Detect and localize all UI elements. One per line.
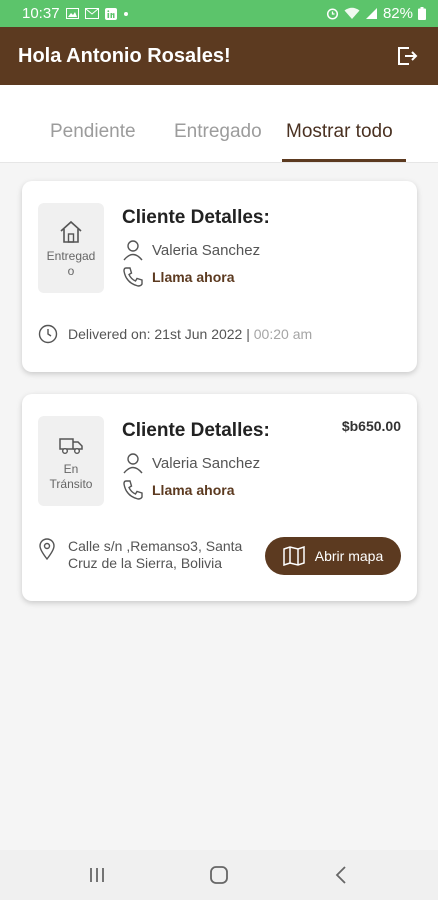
order-status-box: En Tránsito xyxy=(38,416,104,506)
tab-entregado[interactable]: Entregado xyxy=(174,121,262,143)
phone-icon xyxy=(123,480,143,500)
truck-icon xyxy=(59,438,83,455)
tab-bar: Pendiente Entregado Mostrar todo xyxy=(0,85,438,163)
status-bar: 10:37 82% xyxy=(0,0,438,27)
dot-icon xyxy=(123,11,129,17)
system-nav-bar xyxy=(0,850,438,900)
delivered-date: Delivered on: 21st Jun 2022 | xyxy=(68,326,254,342)
linkedin-icon xyxy=(104,7,117,20)
call-row[interactable]: Llama ahora xyxy=(122,266,234,288)
tab-pendiente[interactable]: Pendiente xyxy=(50,121,136,143)
alarm-icon xyxy=(326,7,339,20)
battery-percent: 82% xyxy=(382,5,413,22)
client-name: Valeria Sanchez xyxy=(152,241,261,259)
phone-icon xyxy=(123,267,143,287)
tab-mostrar-todo[interactable]: Mostrar todo xyxy=(286,121,393,143)
recent-apps-icon[interactable] xyxy=(84,862,110,888)
delivered-info: Delivered on: 21st Jun 2022 | 00:20 am xyxy=(38,324,312,344)
location-pin-icon xyxy=(39,538,55,560)
order-status-label-cont: o xyxy=(67,264,75,278)
call-now-link[interactable]: Llama ahora xyxy=(152,269,234,285)
logout-icon[interactable] xyxy=(394,43,420,69)
address-line-2: Cruz de la Sierra, Bolivia xyxy=(68,555,223,571)
wifi-icon xyxy=(344,7,360,20)
order-status-label: En xyxy=(63,462,79,476)
order-card-delivered[interactable]: Entregad o Cliente Detalles: Valeria San… xyxy=(22,181,417,372)
gallery-icon xyxy=(65,8,79,19)
delivered-time: 00:20 am xyxy=(253,326,313,342)
order-status-box: Entregad o xyxy=(38,203,104,293)
home-icon xyxy=(60,220,82,243)
client-details-title: Cliente Detalles: xyxy=(122,207,270,228)
open-map-label: Abrir mapa xyxy=(314,548,384,564)
back-icon[interactable] xyxy=(328,862,354,888)
user-icon xyxy=(123,240,143,261)
call-row[interactable]: Llama ahora xyxy=(122,479,234,501)
home-button-icon[interactable] xyxy=(206,862,232,888)
address-line-1: Calle s/n ,Remanso3, Santa xyxy=(68,538,243,554)
order-card-in-transit[interactable]: En Tránsito Cliente Detalles: $b650.00 V… xyxy=(22,394,417,601)
order-status-label: Entregad xyxy=(46,249,96,263)
status-time: 10:37 xyxy=(22,5,60,22)
client-details-title: Cliente Detalles: xyxy=(122,420,270,441)
signal-icon xyxy=(365,7,378,20)
page-title: Hola Antonio Rosales! xyxy=(18,44,231,67)
clock-icon xyxy=(38,324,58,344)
order-status-label-cont: Tránsito xyxy=(49,477,93,491)
app-bar: Hola Antonio Rosales! xyxy=(0,27,438,85)
order-price: $b650.00 xyxy=(341,418,401,434)
map-icon xyxy=(283,546,305,566)
active-tab-indicator xyxy=(282,159,406,162)
battery-icon xyxy=(418,7,426,20)
open-map-button[interactable]: Abrir mapa xyxy=(265,537,401,575)
client-name-row: Valeria Sanchez xyxy=(122,239,260,261)
mail-icon xyxy=(84,8,99,19)
client-name-row: Valeria Sanchez xyxy=(122,452,260,474)
user-icon xyxy=(123,453,143,474)
delivery-address: Calle s/n ,Remanso3, Santa Cruz de la Si… xyxy=(38,538,264,572)
call-now-link[interactable]: Llama ahora xyxy=(152,482,234,498)
client-name: Valeria Sanchez xyxy=(152,454,261,472)
